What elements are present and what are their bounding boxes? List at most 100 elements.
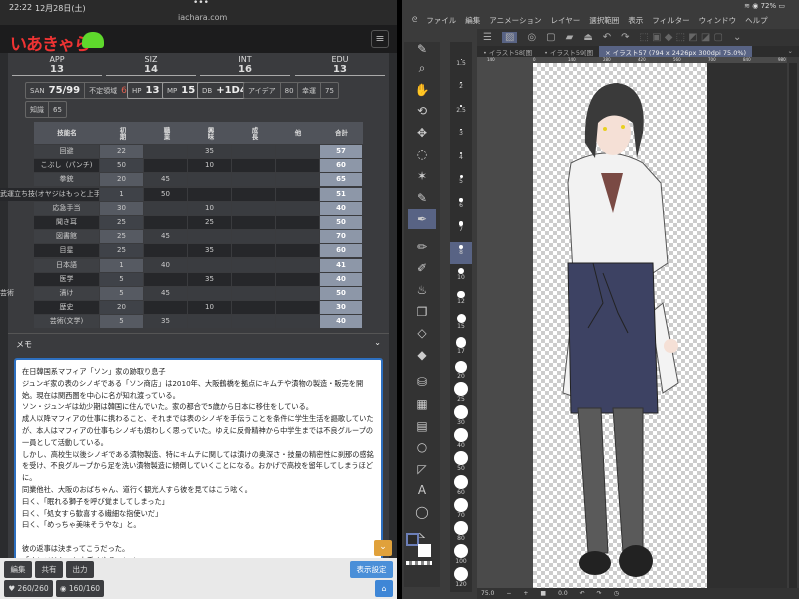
redo-icon[interactable]: ↷ [621, 32, 629, 43]
transform-icon[interactable]: ⬚ ▣ ◆ ⬚ ◩ ◪ ▢ [640, 32, 723, 43]
airbrush-icon[interactable]: ♨ [408, 280, 436, 300]
brush-size-item[interactable]: 30 [450, 404, 472, 426]
rotation-value[interactable]: 0.0 [558, 590, 568, 597]
memo-header[interactable]: メモ ⌄ [8, 333, 389, 353]
document-tab[interactable]: • イラスト59[图 [538, 46, 599, 57]
layer-icon[interactable]: ◎ [527, 32, 536, 43]
reset-rotation-icon[interactable]: ◷ [614, 590, 619, 597]
ellipse-icon[interactable]: ○ [408, 437, 436, 457]
zoom-in-button[interactable]: + [523, 590, 528, 597]
brush-size-item[interactable]: 60 [450, 474, 472, 496]
eraser-icon[interactable]: ◇ [408, 323, 436, 343]
brush-size-item[interactable]: 17 [450, 334, 472, 356]
menu-item[interactable]: フィルター [652, 15, 689, 26]
document-tab[interactable]: × イラスト57 (794 x 2426px 300dpi 75.0%) [599, 46, 753, 57]
url-bar[interactable]: iachara.com [178, 13, 227, 22]
canvas-paper[interactable] [533, 63, 707, 588]
save-icon[interactable]: ⏏ [583, 32, 592, 43]
menu-item[interactable]: 選択範囲 [589, 15, 619, 26]
brush-size-item[interactable]: 80 [450, 520, 472, 542]
brush-size-item[interactable]: 8 [450, 241, 472, 264]
pencil-icon[interactable]: ✏ [408, 237, 436, 257]
open-folder-icon[interactable]: ▰ [566, 32, 574, 43]
rotate-right-icon[interactable]: ↷ [597, 590, 602, 597]
brush-size-item[interactable]: 2.5 [450, 102, 472, 124]
brush-icon[interactable]: ✐ [408, 258, 436, 278]
memo-line: 在日韓国系マフィア「ソン」家の跡取り息子 [22, 367, 166, 376]
tool-property-pen-icon[interactable]: ✎ [408, 42, 436, 56]
lasso-icon[interactable]: ◌ [408, 144, 436, 164]
brush-size-item[interactable]: 4 [450, 149, 472, 171]
scroll-down-button[interactable]: ⌄ [374, 540, 392, 556]
output-button[interactable]: 出力 [66, 561, 94, 578]
likes-button[interactable]: ♥ 260/260 [4, 580, 53, 597]
brush-size-item[interactable]: 20 [450, 358, 472, 380]
memo-textarea[interactable]: 在日韓国系マフィア「ソン」家の跡取り息子 ジュンギ家の表のシノギである「ソン商店」… [14, 358, 383, 563]
brush-tip-icon [454, 521, 468, 535]
move-icon[interactable]: ✥ [408, 123, 436, 143]
magic-wand-icon[interactable]: ✶ [408, 166, 436, 186]
pen-icon[interactable]: ✒ [408, 209, 436, 230]
more-icon[interactable]: ••• [193, 0, 209, 8]
brush-size-item[interactable]: 15 [450, 311, 472, 333]
zoom-icon[interactable]: ⌕ [408, 58, 436, 78]
brush-size-item[interactable]: 6 [450, 195, 472, 217]
brush-size-item[interactable]: 2 [450, 79, 472, 101]
frame-icon[interactable]: ▤ [408, 416, 436, 436]
ruler-icon[interactable]: ◸ [408, 459, 436, 479]
brush-size-item[interactable]: 50 [450, 450, 472, 472]
brush-size-item[interactable]: 25 [450, 381, 472, 403]
brush-size-item[interactable]: 7 [450, 218, 472, 240]
menu-item[interactable]: ファイル [426, 15, 456, 26]
home-button[interactable]: ⌂ [375, 580, 393, 597]
menu-item[interactable]: 編集 [465, 15, 480, 26]
brush-size-item[interactable]: 40 [450, 427, 472, 449]
selection-icon[interactable]: ▨ [501, 32, 518, 43]
eyedropper-icon[interactable]: ✎ [408, 188, 436, 208]
menu-item[interactable]: レイヤー [550, 15, 580, 26]
display-settings-button[interactable]: 表示設定 [350, 561, 393, 578]
hand-icon[interactable]: ✋ [408, 80, 436, 100]
brush-size-item[interactable]: 3 [450, 126, 472, 148]
site-logo[interactable]: いあきゃら [10, 30, 91, 55]
edit-button[interactable]: 編集 [4, 561, 32, 578]
fit-icon[interactable]: ■ [540, 590, 546, 597]
brush-size-item[interactable]: 1.5 [450, 56, 472, 78]
chevron-down-icon[interactable]: ⌄ [374, 338, 381, 347]
rotate-icon[interactable]: ⟲ [408, 101, 436, 121]
text-icon[interactable]: A [408, 480, 436, 500]
vertical-scrollbar[interactable] [789, 63, 797, 588]
rotate-left-icon[interactable]: ↶ [580, 590, 585, 597]
transparent-color-swatch[interactable] [406, 561, 432, 565]
blend-icon[interactable]: ❐ [408, 302, 436, 322]
brush-size-item[interactable]: 120 [450, 566, 472, 588]
brush-size-item[interactable]: 70 [450, 497, 472, 519]
share-button[interactable]: 共有 [35, 561, 63, 578]
menu-item[interactable]: アニメーション [489, 15, 541, 26]
brush-size-item[interactable]: 12 [450, 288, 472, 310]
document-tab[interactable]: • イラスト58[图 [477, 46, 538, 57]
menu-item[interactable]: ウィンドウ [699, 15, 737, 26]
fill-bucket-icon[interactable]: ⛁ [408, 372, 436, 392]
fill-icon[interactable]: ◆ [408, 345, 436, 365]
menu-icon[interactable]: ☰ [483, 32, 492, 43]
hamburger-menu-button[interactable]: ≡ [371, 30, 389, 48]
balloon-icon[interactable]: ◯ [408, 502, 436, 522]
menu-item[interactable]: ヘルプ [745, 15, 768, 26]
undo-icon[interactable]: ↶ [603, 32, 611, 43]
collapse-icon[interactable]: ⌄ [733, 32, 741, 43]
brush-size-item[interactable]: 5 [450, 172, 472, 194]
tabs-overflow-icon[interactable]: ⌄ [782, 46, 799, 57]
brush-size-label: 100 [455, 558, 467, 566]
brush-size-item[interactable]: 100 [450, 543, 472, 565]
brush-size-item[interactable]: 10 [450, 265, 472, 287]
gradient-icon[interactable]: ▦ [408, 394, 436, 414]
app-logo-icon[interactable]: ᘓ [412, 15, 417, 25]
views-button[interactable]: ◉ 160/160 [56, 580, 104, 597]
menu-item[interactable]: 表示 [628, 15, 643, 26]
new-file-icon[interactable]: ▢ [546, 32, 555, 43]
zoom-out-button[interactable]: − [506, 590, 511, 597]
skill-value [188, 187, 231, 201]
zoom-value[interactable]: 75.0 [481, 590, 494, 597]
sub-color-swatch[interactable] [418, 544, 431, 557]
